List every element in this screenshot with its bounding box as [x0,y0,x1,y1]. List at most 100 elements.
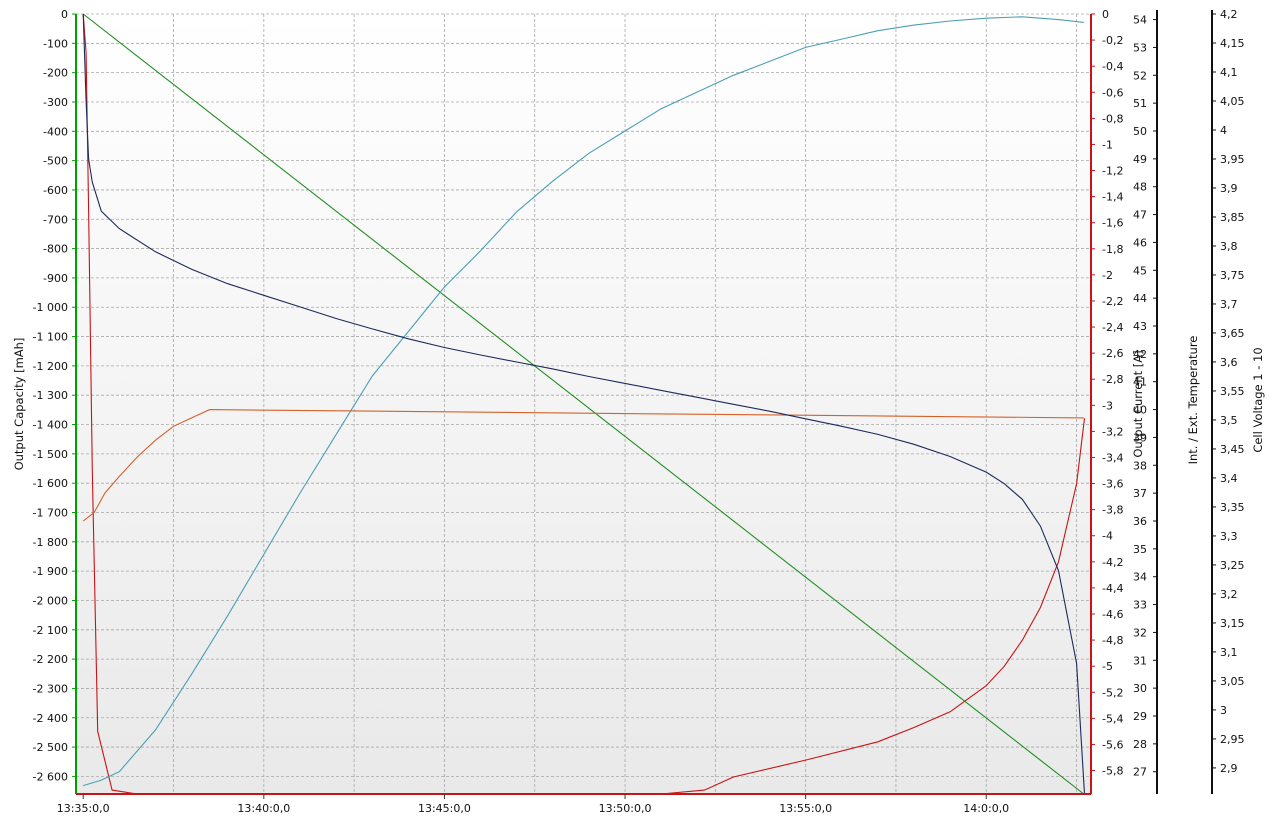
tick-label-capacity: -2 000 [33,594,68,607]
tick-label-current: -5 [1102,660,1113,673]
tick-label-temperature: 52 [1133,69,1147,82]
tick-label-cell-voltage: 3,6 [1220,356,1238,369]
tick-label-temperature: 46 [1133,236,1147,249]
tick-label-temperature: 35 [1133,543,1147,556]
tick-label-capacity: -700 [43,213,68,226]
tick-label-capacity: -2 600 [33,770,68,783]
tick-label-temperature: 38 [1133,459,1147,472]
tick-label-temperature: 50 [1133,125,1147,138]
tick-label-cell-voltage: 2,9 [1220,762,1238,775]
tick-label-current: -3,2 [1102,425,1123,438]
tick-label-capacity: -1 800 [33,536,68,549]
tick-label-capacity: -2 300 [33,682,68,695]
tick-label-cell-voltage: 3,35 [1220,501,1245,514]
tick-label-current: -0,4 [1102,60,1123,73]
tick-label-temperature: 48 [1133,181,1147,194]
tick-label-current: -0,2 [1102,34,1123,47]
tick-label-cell-voltage: 3,1 [1220,646,1238,659]
tick-label-current: -5,6 [1102,738,1123,751]
tick-label-temperature: 31 [1133,654,1147,667]
tick-label-capacity: -2 500 [33,741,68,754]
tick-label-cell-voltage: 4,05 [1220,95,1245,108]
tick-label-x: 13:50:0,0 [599,802,652,815]
tick-label-capacity: -1 200 [33,360,68,373]
tick-label-current: -2,2 [1102,295,1123,308]
tick-label-temperature: 37 [1133,487,1147,500]
tick-label-cell-voltage: 3,65 [1220,327,1245,340]
tick-label-temperature: 36 [1133,515,1147,528]
tick-label-cell-voltage: 3,55 [1220,385,1245,398]
tick-label-cell-voltage: 3,7 [1220,298,1238,311]
tick-label-capacity: -400 [43,125,68,138]
tick-label-cell-voltage: 2,95 [1220,733,1245,746]
tick-label-x: 13:45:0,0 [418,802,471,815]
tick-label-current: -5,2 [1102,686,1123,699]
tick-label-cell-voltage: 3,4 [1220,472,1238,485]
tick-label-capacity: -800 [43,243,68,256]
tick-label-current: -3,8 [1102,504,1123,517]
tick-label-capacity: -900 [43,272,68,285]
tick-label-current: -0,6 [1102,86,1123,99]
tick-label-current: -1,2 [1102,165,1123,178]
tick-label-current: -1 [1102,138,1113,151]
tick-label-current: -4 [1102,530,1113,543]
tick-label-temperature: 54 [1133,14,1147,27]
tick-label-capacity: -2 100 [33,624,68,637]
tick-label-temperature: 45 [1133,264,1147,277]
tick-label-temperature: 29 [1133,710,1147,723]
tick-label-cell-voltage: 3,9 [1220,182,1238,195]
tick-label-x: 14:0:0,0 [963,802,1009,815]
tick-label-current: -1,6 [1102,217,1123,230]
tick-label-cell-voltage: 3,25 [1220,559,1245,572]
tick-label-temperature: 33 [1133,599,1147,612]
tick-label-x: 13:35:0,0 [57,802,110,815]
tick-label-cell-voltage: 3,95 [1220,153,1245,166]
tick-label-capacity: -200 [43,67,68,80]
tick-label-capacity: -2 400 [33,712,68,725]
tick-label-current: -1,8 [1102,243,1123,256]
tick-label-capacity: -1 600 [33,477,68,490]
tick-label-current: -3,6 [1102,478,1123,491]
tick-label-current: -4,2 [1102,556,1123,569]
tick-label-capacity: -500 [43,155,68,168]
tick-label-capacity: 0 [61,8,68,21]
tick-label-temperature: 51 [1133,97,1147,110]
tick-label-temperature: 49 [1133,153,1147,166]
tick-label-temperature: 43 [1133,320,1147,333]
axis-label-temperature: Int. / Ext. Temperature [1186,336,1200,465]
tick-label-temperature: 53 [1133,41,1147,54]
tick-label-cell-voltage: 4,2 [1220,8,1238,21]
tick-label-x: 13:55:0,0 [779,802,832,815]
axis-label-capacity: Output Capacity [mAh] [12,338,26,471]
tick-label-current: 0 [1102,8,1109,21]
tick-label-capacity: -1 500 [33,448,68,461]
tick-label-capacity: -1 300 [33,389,68,402]
tick-label-temperature: 28 [1133,738,1147,751]
tick-label-capacity: -300 [43,96,68,109]
tick-label-cell-voltage: 3,05 [1220,675,1245,688]
tick-label-cell-voltage: 3 [1220,704,1227,717]
tick-label-current: -3,4 [1102,451,1123,464]
tick-label-current: -0,8 [1102,112,1123,125]
tick-label-cell-voltage: 3,3 [1220,530,1238,543]
tick-label-current: -2,6 [1102,347,1123,360]
tick-label-cell-voltage: 4,15 [1220,37,1245,50]
tick-label-current: -5,4 [1102,712,1123,725]
tick-label-x: 13:40:0,0 [237,802,290,815]
tick-label-capacity: -600 [43,184,68,197]
axis-label-cell-voltage: Cell Voltage 1 - 10 [1251,347,1265,452]
tick-label-cell-voltage: 4 [1220,124,1227,137]
axis-label-current: Output Current [A] [1131,350,1145,457]
tick-label-cell-voltage: 4,1 [1220,66,1238,79]
tick-label-cell-voltage: 3,8 [1220,240,1238,253]
tick-label-current: -1,4 [1102,191,1123,204]
tick-label-capacity: -1 900 [33,565,68,578]
tick-label-cell-voltage: 3,75 [1220,269,1245,282]
tick-label-temperature: 27 [1133,766,1147,779]
tick-label-current: -4,4 [1102,582,1123,595]
tick-label-temperature: 44 [1133,292,1147,305]
tick-label-cell-voltage: 3,2 [1220,588,1238,601]
tick-label-current: -2,4 [1102,321,1123,334]
tick-label-cell-voltage: 3,45 [1220,443,1245,456]
tick-label-capacity: -1 000 [33,301,68,314]
